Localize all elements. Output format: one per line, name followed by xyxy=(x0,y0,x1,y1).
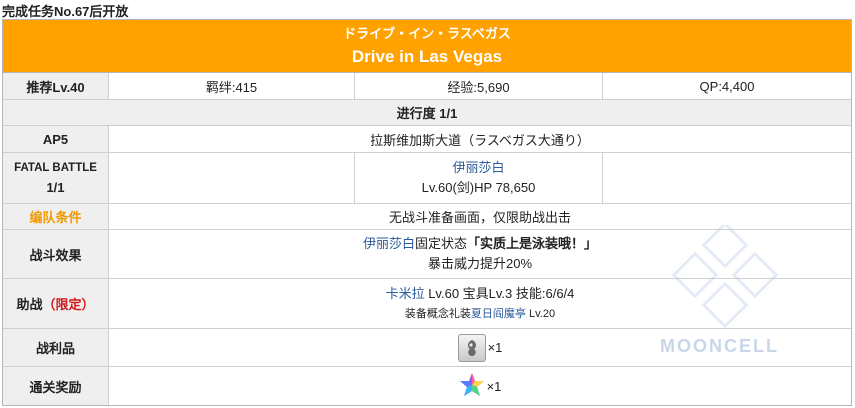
recommended-level: 推荐Lv.40 xyxy=(3,73,109,99)
support-ce-link[interactable]: 夏日阎魔亭 xyxy=(471,308,526,320)
progress-row: 进行度 1/1 xyxy=(3,100,851,126)
stats-row: 推荐Lv.40 羁绊:415 经验:5,690 QP:4,400 xyxy=(3,73,851,100)
loot-reward: ×1 xyxy=(457,333,503,362)
quest-title-jp: ドライブ・イン・ラスベガス xyxy=(343,26,511,41)
team-condition-row: 编队条件 无战斗准备画面，仅限助战出击 xyxy=(3,204,851,230)
loot-value: ×1 xyxy=(109,329,851,366)
quest-title-en: Drive in Las Vegas xyxy=(351,47,503,66)
battle-effect-line2: 暴击威力提升20% xyxy=(427,256,533,271)
team-condition-value: 无战斗准备画面，仅限助战出击 xyxy=(109,204,851,229)
support-servant-line: 卡米拉 Lv.60 宝具Lv.3 技能:6/6/4 xyxy=(386,284,575,304)
support-servant-link[interactable]: 卡米拉 xyxy=(386,286,425,301)
material-item-icon[interactable] xyxy=(457,333,486,362)
enemy-name-link[interactable]: 伊丽莎白 xyxy=(452,158,504,178)
loot-count: ×1 xyxy=(487,340,503,355)
exp-value: 经验:5,690 xyxy=(355,73,603,99)
quest-header: ドライブ・イン・ラスベガス Drive in Las Vegas xyxy=(3,20,851,73)
support-limited-note: （限定） xyxy=(42,297,95,312)
fatal-battle-label: FATAL BATTLE 1/1 xyxy=(3,153,109,203)
support-row: 助战（限定） 卡米拉 Lv.60 宝具Lv.3 技能:6/6/4 装备概念礼装夏… xyxy=(3,279,851,329)
ap-cost: AP5 xyxy=(3,126,109,152)
location-name: 拉斯维加斯大道（ラスベガス大通り） xyxy=(109,126,851,152)
bond-value: 羁绊:415 xyxy=(109,73,355,99)
support-ce-level: Lv.20 xyxy=(525,307,556,320)
enemy-empty-left xyxy=(109,153,355,203)
effect-desc: 固定状态 xyxy=(414,236,467,251)
enemy-empty-right xyxy=(603,153,851,203)
loot-label: 战利品 xyxy=(3,329,109,366)
support-ce-prefix: 装备概念礼装 xyxy=(404,307,471,320)
team-condition-label: 编队条件 xyxy=(3,204,109,229)
support-value: 卡米拉 Lv.60 宝具Lv.3 技能:6/6/4 装备概念礼装夏日阎魔亭 Lv… xyxy=(109,279,851,328)
quest-table: ドライブ・イン・ラスベガス Drive in Las Vegas 推荐Lv.40… xyxy=(2,19,852,406)
battle-effect-value: 伊丽莎白固定状态「实质上是泳装哦！」 暴击威力提升20% xyxy=(109,230,851,278)
fatal-battle-count: 1/1 xyxy=(46,180,65,195)
battle-effect-label: 战斗效果 xyxy=(3,230,109,278)
clear-reward: ×1 xyxy=(459,372,502,401)
saint-quartz-icon[interactable] xyxy=(459,372,485,401)
battle-effect-row: 战斗效果 伊丽莎白固定状态「实质上是泳装哦！」 暴击威力提升20% xyxy=(3,230,851,279)
ap-row: AP5 拉斯维加斯大道（ラスベガス大通り） xyxy=(3,126,851,153)
battle-effect-line1: 伊丽莎白固定状态「实质上是泳装哦！」 xyxy=(363,234,597,254)
support-servant-stats: Lv.60 宝具Lv.3 技能:6/6/4 xyxy=(424,285,575,301)
support-ce-line: 装备概念礼装夏日阎魔亭 Lv.20 xyxy=(405,304,555,324)
progress-label: 进行度 1/1 xyxy=(3,100,851,125)
enemy-cell: 伊丽莎白 Lv.60(剑)HP 78,650 xyxy=(355,153,603,203)
clear-reward-row: 通关奖励 ×1 xyxy=(3,367,851,405)
fatal-battle-title: FATAL BATTLE xyxy=(14,162,97,174)
qp-value: QP:4,400 xyxy=(603,73,851,99)
enemy-stats: Lv.60(剑)HP 78,650 xyxy=(421,180,536,195)
support-label: 助战（限定） xyxy=(16,297,95,312)
fatal-battle-row: FATAL BATTLE 1/1 伊丽莎白 Lv.60(剑)HP 78,650 xyxy=(3,153,851,204)
effect-status-name: 「实质上是泳装哦！」 xyxy=(467,236,598,251)
clear-reward-label: 通关奖励 xyxy=(3,367,109,405)
loot-row: 战利品 ×1 xyxy=(3,329,851,367)
unlock-condition: 完成任务No.67后开放 xyxy=(2,4,129,19)
clear-reward-count: ×1 xyxy=(486,378,502,394)
clear-reward-value: ×1 xyxy=(109,367,851,405)
effect-target-link[interactable]: 伊丽莎白 xyxy=(363,236,415,251)
support-label-cell: 助战（限定） xyxy=(3,279,109,328)
